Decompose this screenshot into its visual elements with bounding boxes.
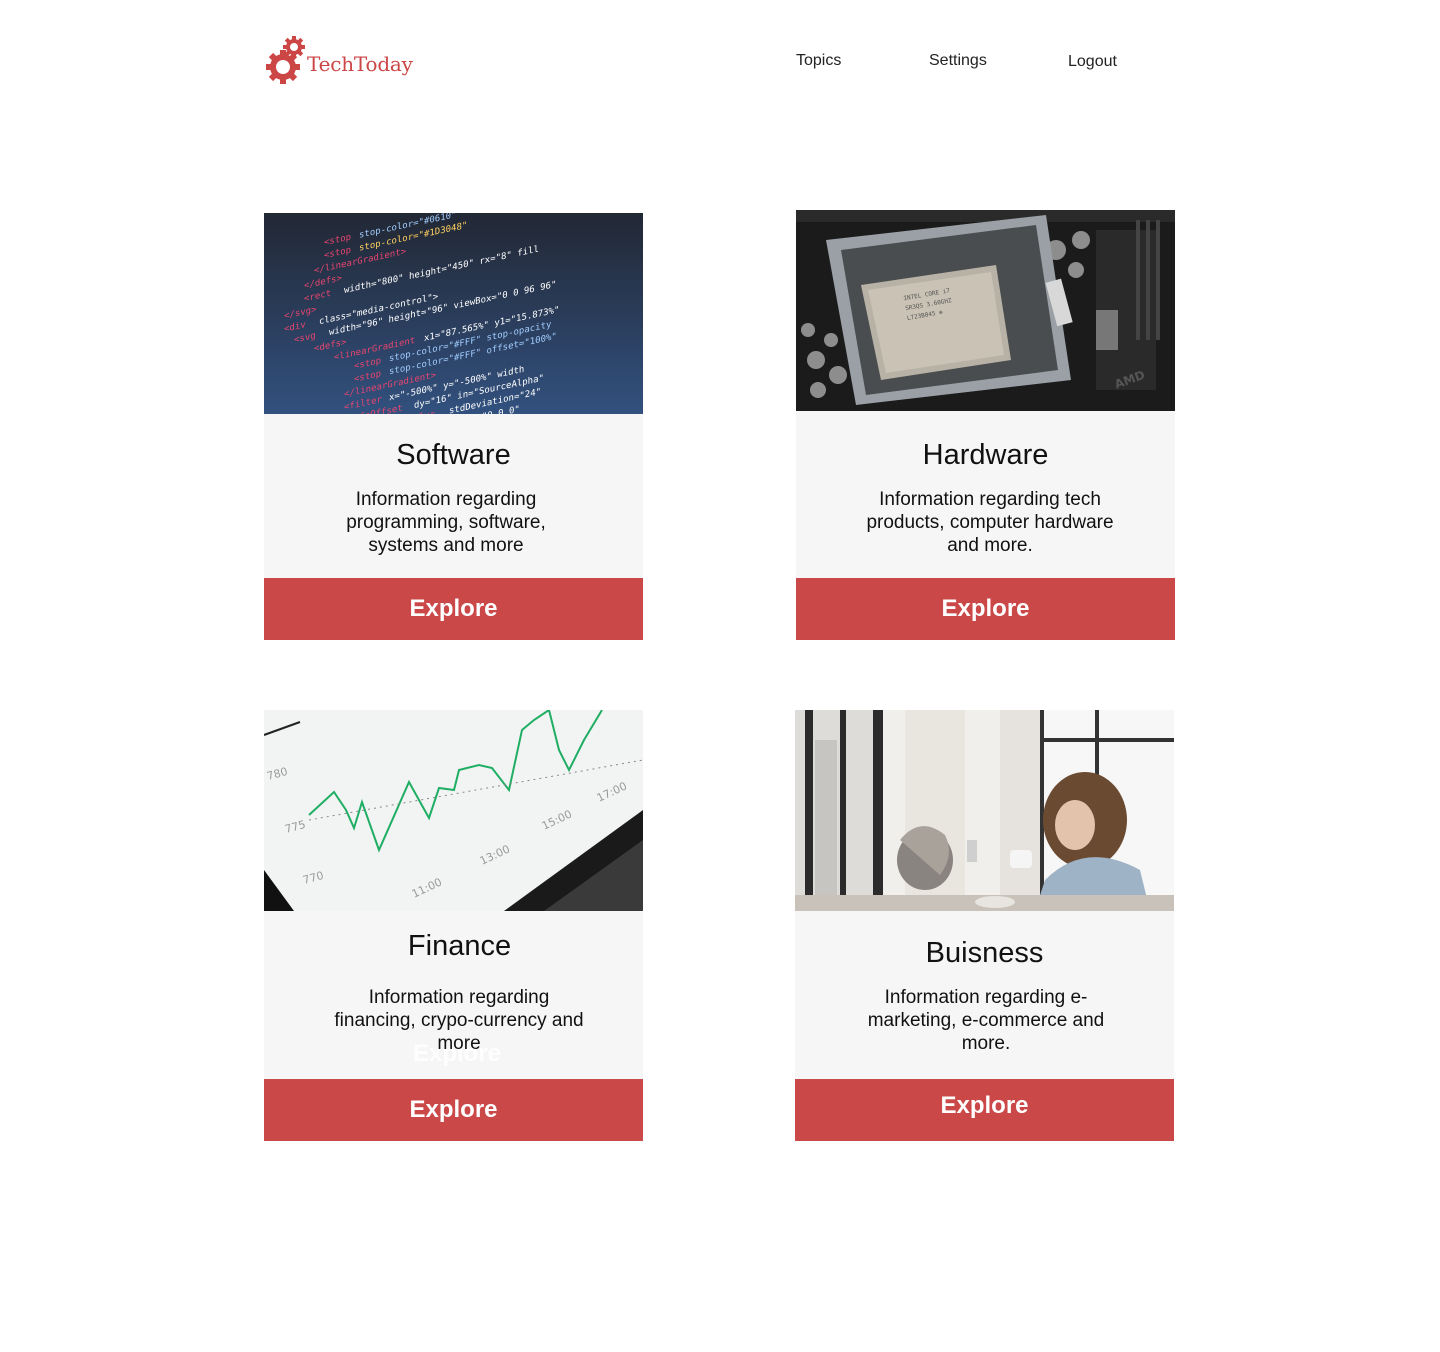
- woman-in-cafe-photo: [795, 710, 1174, 911]
- nav-topics[interactable]: Topics: [796, 52, 841, 70]
- topic-card-hardware: INTEL CORE i7 SR3QS 3.60GHZ L723B045 ⊕ A…: [796, 210, 1175, 640]
- cpu-motherboard-photo: INTEL CORE i7 SR3QS 3.60GHZ L723B045 ⊕ A…: [796, 210, 1175, 411]
- topic-card-business: Buisness Information regarding e-marketi…: [795, 710, 1174, 1141]
- explore-button[interactable]: Explore: [796, 578, 1175, 640]
- card-description: Information regarding tech products, com…: [866, 489, 1114, 556]
- topic-card-finance: 780 775 770 11:00 13:00 15:00 17:00 Fina…: [264, 710, 643, 1141]
- nav-settings[interactable]: Settings: [929, 52, 987, 70]
- explore-button[interactable]: Explore: [264, 578, 643, 640]
- explore-button[interactable]: Explore: [264, 1079, 643, 1141]
- gears-logo-icon: [266, 36, 305, 84]
- card-title: Hardware: [922, 439, 1049, 471]
- topic-card-software: <stop stop-color="#0610" <stop stop-color=…: [264, 213, 643, 640]
- nav-logout[interactable]: Logout: [1068, 53, 1117, 71]
- card-description: Information regarding programming, softw…: [346, 489, 546, 556]
- card-title: Buisness: [925, 937, 1044, 969]
- card-title: Finance: [407, 930, 512, 962]
- card-description: Information regarding financing, crypo-c…: [334, 987, 584, 1054]
- card-description: Information regarding e-marketing, e-com…: [867, 987, 1105, 1054]
- card-title: Software: [396, 439, 511, 471]
- logo[interactable]: TechToday: [265, 36, 425, 86]
- logo-text: TechToday: [307, 52, 413, 76]
- stock-chart-photo: 780 775 770 11:00 13:00 15:00 17:00: [264, 710, 643, 911]
- code-editor-photo: <stop stop-color="#0610" <stop stop-color=…: [264, 213, 643, 414]
- explore-button[interactable]: Explore: [795, 1079, 1174, 1141]
